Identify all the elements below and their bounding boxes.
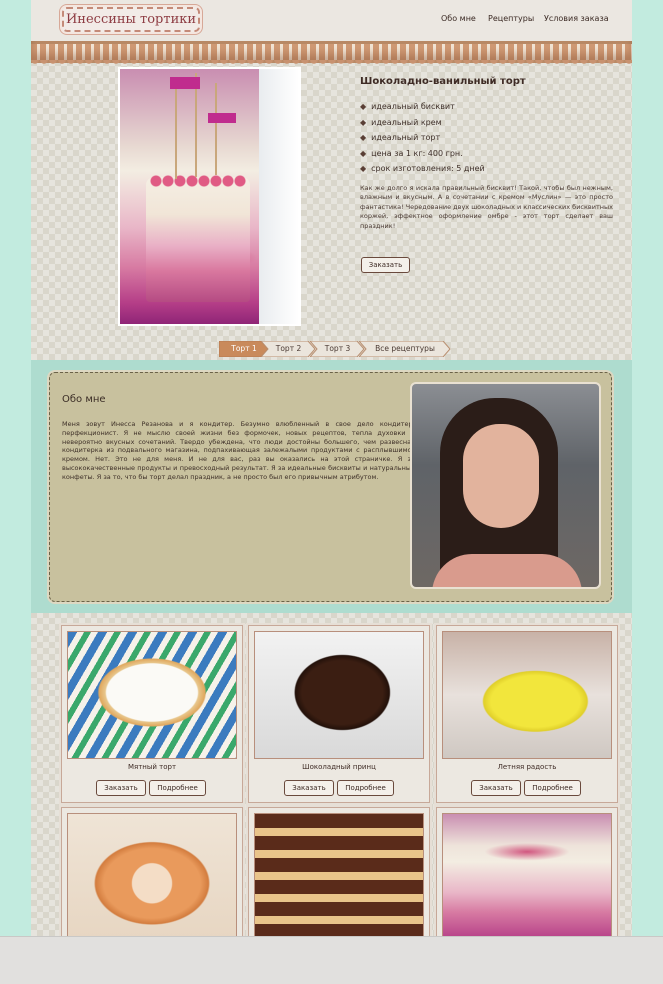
- feature-item: срок изготовления: 5 дней: [360, 163, 485, 179]
- product-order-button[interactable]: Заказать: [471, 780, 521, 796]
- cake-topper-stick: [215, 83, 217, 175]
- page-container: Инессины тортики Обо мне Рецептуры Услов…: [31, 0, 632, 936]
- product-card: Летняя радость Заказать Подробнее: [436, 625, 618, 803]
- photo-face: [463, 424, 539, 528]
- site-header: Инессины тортики Обо мне Рецептуры Услов…: [31, 0, 632, 42]
- product-name: Мятный торт: [127, 763, 177, 771]
- feature-item: цена за 1 кг: 400 грн.: [360, 148, 485, 164]
- product-details-button[interactable]: Подробнее: [524, 780, 581, 796]
- browser-bottom-bar: [0, 936, 663, 984]
- slider-tab-label: Все рецептуры: [375, 344, 435, 353]
- product-card: Мятный торт Заказать Подробнее: [61, 625, 243, 803]
- about-title: Обо мне: [62, 394, 106, 405]
- product-image[interactable]: [67, 631, 237, 759]
- product-card: [248, 807, 430, 936]
- product-order-button[interactable]: Заказать: [284, 780, 334, 796]
- cake-topper-flag: [208, 113, 236, 123]
- product-name: Летняя радость: [497, 763, 557, 771]
- hero-cake-image: [118, 67, 301, 326]
- product-card: [61, 807, 243, 936]
- photo-shirt: [432, 554, 582, 587]
- hero-description: Как же долго я искала правильный бисквит…: [360, 184, 613, 230]
- slider-tab-label: Торт 1: [231, 344, 257, 353]
- product-image[interactable]: [254, 631, 424, 759]
- cake-topper-stick: [175, 79, 177, 179]
- site-logo[interactable]: Инессины тортики: [62, 7, 200, 32]
- hero-feature-list: идеальный бисквит идеальный крем идеальн…: [360, 101, 485, 179]
- product-image[interactable]: [254, 813, 424, 936]
- product-image[interactable]: [442, 813, 612, 936]
- nav-link-about[interactable]: Обо мне: [441, 14, 476, 23]
- product-details-button[interactable]: Подробнее: [149, 780, 206, 796]
- product-image[interactable]: [442, 631, 612, 759]
- ombre-cake: [146, 177, 250, 302]
- nav-link-order-terms[interactable]: Условия заказа: [544, 14, 609, 23]
- product-details-button[interactable]: Подробнее: [337, 780, 394, 796]
- feature-item: идеальный торт: [360, 132, 485, 148]
- window-background: [259, 69, 299, 324]
- product-order-button[interactable]: Заказать: [96, 780, 146, 796]
- nav-link-recipes[interactable]: Рецептуры: [488, 14, 534, 23]
- about-text: Меня зовут Инесса Резанова и я кондитер.…: [62, 420, 415, 481]
- slider-tab-cake-2[interactable]: Торт 2: [261, 341, 316, 357]
- product-card: Шоколадный принц Заказать Подробнее: [248, 625, 430, 803]
- author-photo: [410, 382, 601, 589]
- product-card: [436, 807, 618, 936]
- cake-topper-flag: [170, 77, 200, 89]
- hero-title: Шоколадно-ванильный торт: [360, 76, 526, 87]
- slider-tab-label: Торт 3: [324, 344, 351, 353]
- feature-item: идеальный крем: [360, 117, 485, 133]
- product-name: Шоколадный принц: [302, 763, 376, 771]
- hero-order-button[interactable]: Заказать: [361, 257, 410, 273]
- meringue-topping: [150, 173, 246, 187]
- feature-item: идеальный бисквит: [360, 101, 485, 117]
- slider-tab-label: Торт 2: [275, 344, 302, 353]
- product-image[interactable]: [67, 813, 237, 936]
- slider-tab-cake-3[interactable]: Торт 3: [310, 341, 365, 357]
- slider-tab-all-recipes[interactable]: Все рецептуры: [359, 341, 451, 357]
